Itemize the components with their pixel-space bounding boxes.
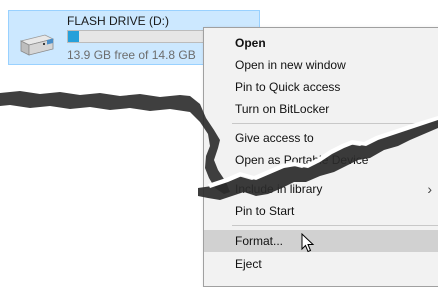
menu-item-label: Open as Portable Device [235, 153, 369, 167]
menu-item-label: Open in new window [235, 58, 346, 72]
menu-item-label: Eject [235, 257, 262, 271]
menu-separator [232, 225, 438, 226]
menu-item-eject[interactable]: Eject [204, 253, 438, 275]
menu-item-give-access[interactable]: Give access to [204, 127, 438, 149]
menu-item-label: Format... [235, 234, 284, 248]
menu-item-label: Pin to Start [235, 204, 295, 218]
menu-item-label: Pin to Quick access [235, 80, 341, 94]
menu-item-label: Give access to [235, 131, 314, 145]
menu-item-turn-on-bitlocker[interactable]: Turn on BitLocker [204, 98, 438, 120]
menu-item-label: Include in library [235, 182, 323, 196]
menu-item-pin-start[interactable]: Pin to Start [204, 200, 438, 222]
menu-item-include-library[interactable]: Include in library › [204, 178, 438, 200]
drive-capacity-fill [68, 31, 80, 42]
chevron-right-icon: › [427, 181, 432, 197]
menu-item-open[interactable]: Open [204, 32, 438, 54]
menu-item-format[interactable]: Format... [204, 230, 438, 253]
usb-drive-icon [19, 34, 55, 56]
drive-name: FLASH DRIVE (D:) [67, 14, 170, 28]
menu-item-open-new-window[interactable]: Open in new window [204, 54, 438, 76]
menu-item-open-portable[interactable]: Open as Portable Device [204, 149, 438, 171]
menu-separator [232, 123, 438, 124]
menu-item-pin-quick-access[interactable]: Pin to Quick access [204, 76, 438, 98]
drive-free-space: 13.9 GB free of 14.8 GB [67, 48, 196, 62]
menu-item-label: Open [235, 36, 266, 50]
mouse-cursor-icon [301, 233, 315, 253]
menu-item-label: Turn on BitLocker [235, 102, 330, 116]
context-menu: Open Open in new window Pin to Quick acc… [203, 27, 438, 287]
